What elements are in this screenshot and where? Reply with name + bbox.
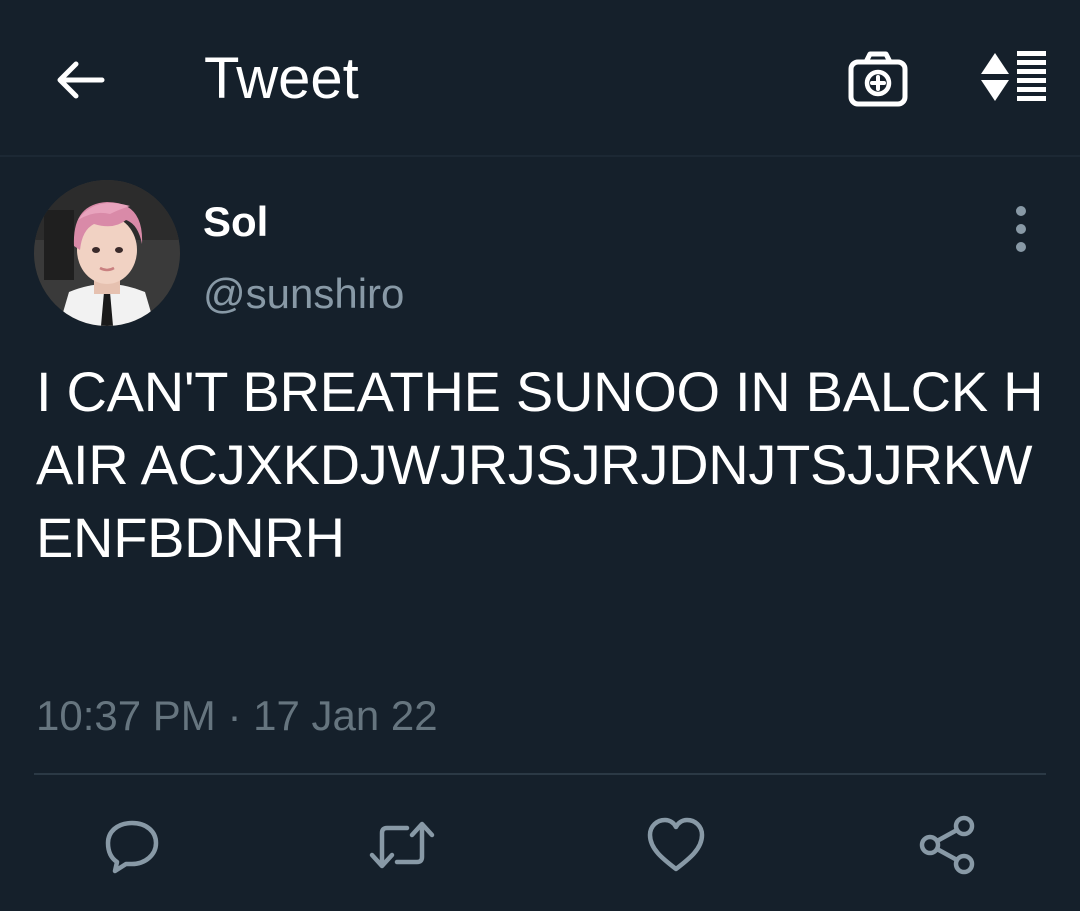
more-dot — [1016, 224, 1026, 234]
sort-thread-icon — [981, 51, 1046, 101]
arrow-left-icon — [57, 61, 105, 99]
more-dot — [1016, 242, 1026, 252]
share-button[interactable] — [913, 810, 983, 880]
retweet-icon — [369, 821, 435, 869]
camera-plus-icon — [848, 51, 908, 107]
author-display-name[interactable]: Sol — [203, 196, 268, 248]
more-dot — [1016, 206, 1026, 216]
reply-button[interactable] — [97, 810, 167, 880]
tweet-timestamp: 10:37 PM · 17 Jan 22 — [36, 692, 438, 739]
comment-icon — [105, 820, 159, 874]
camera-button[interactable] — [845, 46, 911, 112]
avatar[interactable] — [34, 180, 180, 326]
heart-icon — [647, 817, 705, 872]
divider — [34, 773, 1046, 775]
share-icon — [919, 815, 975, 875]
page-title: Tweet — [204, 46, 359, 111]
more-options-button[interactable] — [1002, 206, 1040, 252]
tweet-text: I CAN'T BREATHE SUNOO IN BALCK HAIR ACJX… — [36, 360, 1044, 569]
tweet-actions-bar — [0, 800, 1080, 890]
retweet-button[interactable] — [367, 810, 437, 880]
author-handle[interactable]: @sunshiro — [203, 268, 404, 320]
top-app-bar: Tweet — [0, 0, 1080, 157]
avatar-photo-pink-hair — [34, 180, 180, 326]
back-button[interactable] — [48, 48, 112, 112]
like-button[interactable] — [641, 810, 711, 880]
thread-sort-button[interactable] — [973, 44, 1053, 110]
